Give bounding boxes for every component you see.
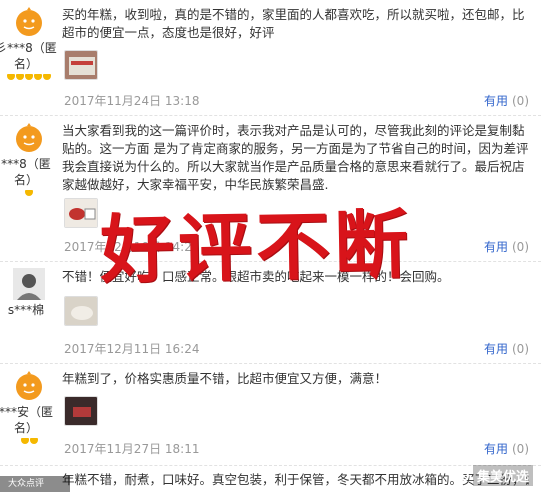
review-date: 2017年11月24日 13:18	[64, 94, 200, 108]
avatar[interactable]	[13, 370, 45, 402]
reviewer-info: s***棉	[0, 268, 58, 318]
watermark-text: 集美优选	[472, 465, 533, 486]
avatar[interactable]	[13, 6, 45, 38]
review-item: ***安（匿 名） 年糕到了，价格实惠质量不错，比超市便宜又方便，满意！ 201…	[0, 364, 541, 466]
useful-count: (0)	[512, 94, 529, 108]
useful-button[interactable]: 有用	[484, 94, 508, 108]
review-photo[interactable]	[64, 396, 98, 426]
useful-count: (0)	[512, 240, 529, 254]
review-date: 2017年12月10日 14:28	[64, 240, 200, 254]
review-date: 2017年11月27日 18:11	[64, 442, 200, 456]
review-text: 不错！便宜好吃，口感正常。跟超市卖的吃起来一模一样的！会回购。	[62, 269, 450, 284]
reviewer-info: ***安（匿 名）	[0, 370, 58, 444]
username-line1: ***8（匿	[1, 157, 51, 171]
username-line1: 彡***8（匿	[0, 41, 57, 55]
useful-count: (0)	[512, 442, 529, 456]
useful-button[interactable]: 有用	[484, 240, 508, 254]
useful-button[interactable]: 有用	[484, 442, 508, 456]
username-line2: 名）	[13, 57, 38, 71]
review-item: s***棉 不错！便宜好吃，口感正常。跟超市卖的吃起来一模一样的！会回购。 20…	[0, 262, 541, 364]
review-item: ***8（匿 名） 当大家看到我的这一篇评价时，表示我对产品是认可的，尽管我此刻…	[0, 116, 541, 262]
member-level-icons	[0, 190, 58, 196]
member-level-icons	[0, 74, 58, 80]
review-date: 2017年12月11日 16:24	[64, 342, 200, 356]
avatar[interactable]	[13, 122, 45, 154]
useful-count: (0)	[512, 342, 529, 356]
corner-badge: 大众点评	[0, 476, 70, 492]
reviewer-info: 彡***8（匿 名）	[0, 6, 58, 80]
member-level-icons	[0, 438, 58, 444]
useful-vote[interactable]: 有用 (0)	[484, 238, 529, 255]
reviewer-info: ***8（匿 名）	[0, 122, 58, 196]
review-text: 年糕到了，价格实惠质量不错，比超市便宜又方便，满意！	[62, 371, 388, 386]
review-photo[interactable]	[64, 296, 98, 326]
avatar[interactable]	[13, 268, 45, 300]
review-photo[interactable]	[64, 198, 98, 228]
useful-vote[interactable]: 有用 (0)	[484, 440, 529, 457]
username-line1: s***棉	[7, 303, 45, 317]
review-text: 买的年糕，收到啦，真的是不错的，家里面的人都喜欢吃，所以就买啦，还包邮，比超市的…	[62, 7, 525, 40]
useful-button[interactable]: 有用	[484, 342, 508, 356]
username-line2: 名）	[13, 173, 38, 187]
wechat-icon	[450, 468, 469, 483]
review-photo[interactable]	[64, 50, 98, 80]
watermark: 集美优选	[450, 465, 533, 486]
username-line1: ***安（匿	[0, 405, 53, 419]
useful-vote[interactable]: 有用 (0)	[484, 92, 529, 109]
username-line2: 名）	[13, 421, 38, 435]
review-text: 当大家看到我的这一篇评价时，表示我对产品是认可的，尽管我此刻的评论是复制黏贴的。…	[62, 123, 529, 192]
review-item: 彡***8（匿 名） 买的年糕，收到啦，真的是不错的，家里面的人都喜欢吃，所以就…	[0, 0, 541, 116]
useful-vote[interactable]: 有用 (0)	[484, 340, 529, 357]
